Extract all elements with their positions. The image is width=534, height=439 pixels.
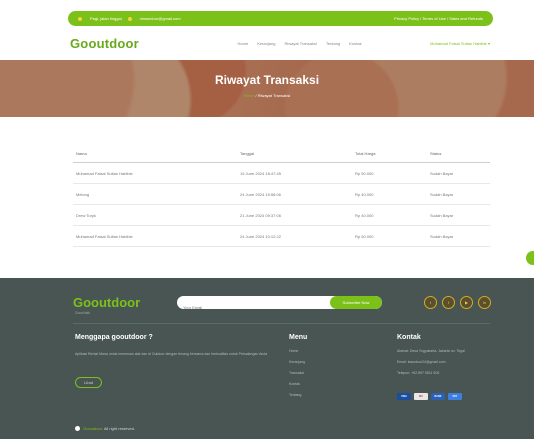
transactions-table: Nama Tanggal Total Harga Status Muhamad … — [73, 145, 490, 247]
cell-status: Sudah Bayar — [430, 191, 454, 197]
footer-menu-kontak[interactable]: Kontak — [289, 382, 305, 393]
youtube-icon[interactable]: ▶ — [460, 296, 473, 309]
why-description: Aplikasi Rental Mana untuk memesan alat … — [75, 352, 268, 356]
cell-nama: Melong — [76, 191, 90, 197]
table-row: Melong 24 June 2024 15:58:06 Rp 40.000 S… — [73, 184, 490, 205]
pay-icon: PAY — [448, 393, 462, 400]
breadcrumb-home[interactable]: Home — [244, 93, 255, 98]
cell-nama: Muhamad Faisal Sultan Habibie — [76, 170, 133, 176]
clock-icon — [78, 16, 84, 21]
top-policy-links[interactable]: Privacy Policy / Terms of Use / Sales an… — [394, 16, 483, 21]
footer-contact-title: Kontak — [397, 334, 421, 341]
more-button[interactable]: Lihat — [75, 377, 102, 388]
copyright: Gooutdoor. All right reserved. — [75, 426, 135, 432]
contact-info: Alamat: Desa Yogyakarta, Jakarta no. Teg… — [397, 348, 489, 381]
contact-address: Alamat: Desa Yogyakarta, Jakarta no. Teg… — [397, 349, 465, 353]
header-status: Status — [430, 151, 442, 156]
twitter-icon[interactable]: t — [424, 296, 437, 309]
site-footer: Gooutdoor Good talk Subscribe Now t f ▶ … — [0, 278, 534, 439]
footer-menu-transaksi[interactable]: Transaksi — [289, 371, 305, 382]
cell-total: Rp 50.000 — [355, 170, 374, 176]
cell-status: Sudah Bayar — [430, 170, 454, 176]
bank-icon: BANK — [431, 393, 445, 400]
chevron-down-icon: ▾ — [487, 40, 490, 46]
breadcrumb: Home / Riwayat Transaksi — [0, 93, 534, 98]
newsletter-email-input[interactable] — [177, 301, 327, 309]
table-row: Drew Toryk 21 June 2024 09:37:06 Rp 40.0… — [73, 205, 490, 226]
table-header: Nama Tanggal Total Harga Status — [73, 145, 490, 163]
footer-tagline: Good talk — [75, 311, 90, 315]
page-title: Riwayat Transaksi — [214, 73, 320, 87]
table-row: Muhamad Faisal Sultan Habibie 19 June 20… — [73, 163, 490, 184]
payment-methods: VISA MC BANK PAY — [397, 393, 462, 400]
header-tanggal: Tanggal — [240, 151, 255, 156]
mastercard-icon: MC — [414, 393, 428, 400]
nav-item-riwayat-transaksi[interactable]: Riwayat Transaksi — [284, 41, 316, 46]
brand-logo[interactable]: Gooutdoor — [70, 36, 139, 51]
cell-status: Sudah Bayar — [430, 212, 454, 218]
footer-menu-keranjang[interactable]: Keranjang — [289, 360, 305, 371]
cell-total: Rp 40.000 — [355, 212, 374, 218]
social-links: t f ▶ in — [424, 296, 491, 309]
nav-item-home[interactable]: Home — [238, 41, 249, 46]
user-menu[interactable]: Muhamad Faisal Sultan Habibie ▾ — [430, 41, 490, 46]
cell-nama: Muhamad Faisal Sultan Habibie — [76, 233, 133, 239]
copyright-brand[interactable]: Gooutdoor. — [83, 426, 103, 431]
newsletter-form: Subscribe Now — [177, 296, 382, 309]
nav-item-keranjang[interactable]: Keranjang — [257, 41, 275, 46]
cell-status: Sudah Bayar — [430, 233, 454, 239]
cell-tanggal: 24 June 2024 15:58:06 — [240, 191, 281, 197]
visa-icon: VISA — [397, 393, 411, 400]
footer-divider — [73, 323, 490, 324]
top-email[interactable]: nimsedoor@gmail.com — [140, 16, 181, 21]
footer-menu-tentang[interactable]: Tentang — [289, 393, 305, 404]
breadcrumb-current: Riwayat Transaksi — [257, 93, 291, 98]
top-info-right: Privacy Policy / Terms of Use / Sales an… — [394, 16, 483, 21]
why-title: Menggapa gooutdoor ? — [75, 334, 153, 341]
header-nama: Nama — [76, 151, 87, 156]
page-banner: Riwayat Transaksi Home / Riwayat Transak… — [0, 60, 534, 117]
nav-item-tentang[interactable]: Tentang — [326, 41, 340, 46]
footer-menu: Home Keranjang Transaksi Kontak Tentang — [289, 349, 305, 404]
top-hours: Pagi, jalan tinggal — [90, 16, 122, 21]
subscribe-button[interactable]: Subscribe Now — [330, 296, 382, 309]
copyright-text: All right reserved. — [103, 426, 135, 431]
linkedin-icon[interactable]: in — [478, 296, 491, 309]
cell-tanggal: 19 June 2024 18:47:45 — [240, 170, 281, 176]
main-navbar: Gooutdoor Home Keranjang Riwayat Transak… — [70, 33, 490, 53]
cell-tanggal: 24 June 2024 10:12:22 — [240, 233, 281, 239]
nav-menu: Home Keranjang Riwayat Transaksi Tentang… — [238, 41, 362, 46]
header-total-harga: Total Harga — [355, 151, 376, 156]
facebook-icon[interactable]: f — [442, 296, 455, 309]
contact-email[interactable]: Email: kasodoor24@gmail.com — [397, 359, 489, 365]
cell-tanggal: 21 June 2024 09:37:06 — [240, 212, 281, 218]
cell-nama: Drew Toryk — [76, 212, 96, 218]
cell-total: Rp 40.000 — [355, 191, 374, 197]
user-name: Muhamad Faisal Sultan Habibie — [430, 40, 487, 46]
top-info-left: Pagi, jalan tinggal nimsedoor@gmail.com — [78, 16, 181, 21]
table-row: Muhamad Faisal Sultan Habibie 24 June 20… — [73, 226, 490, 247]
contact-phone[interactable]: Telepon: +62 897 5511 505 — [397, 370, 489, 376]
nav-item-kontak[interactable]: Kontak — [349, 41, 361, 46]
cell-total: Rp 50.000 — [355, 233, 374, 239]
top-info-bar: Pagi, jalan tinggal nimsedoor@gmail.com … — [68, 11, 493, 26]
mail-icon — [127, 16, 134, 21]
copyright-icon — [75, 426, 80, 432]
footer-brand-logo[interactable]: Gooutdoor — [73, 295, 140, 310]
floating-action-button[interactable] — [526, 251, 534, 265]
footer-menu-home[interactable]: Home — [289, 349, 305, 360]
footer-menu-title: Menu — [289, 334, 308, 341]
